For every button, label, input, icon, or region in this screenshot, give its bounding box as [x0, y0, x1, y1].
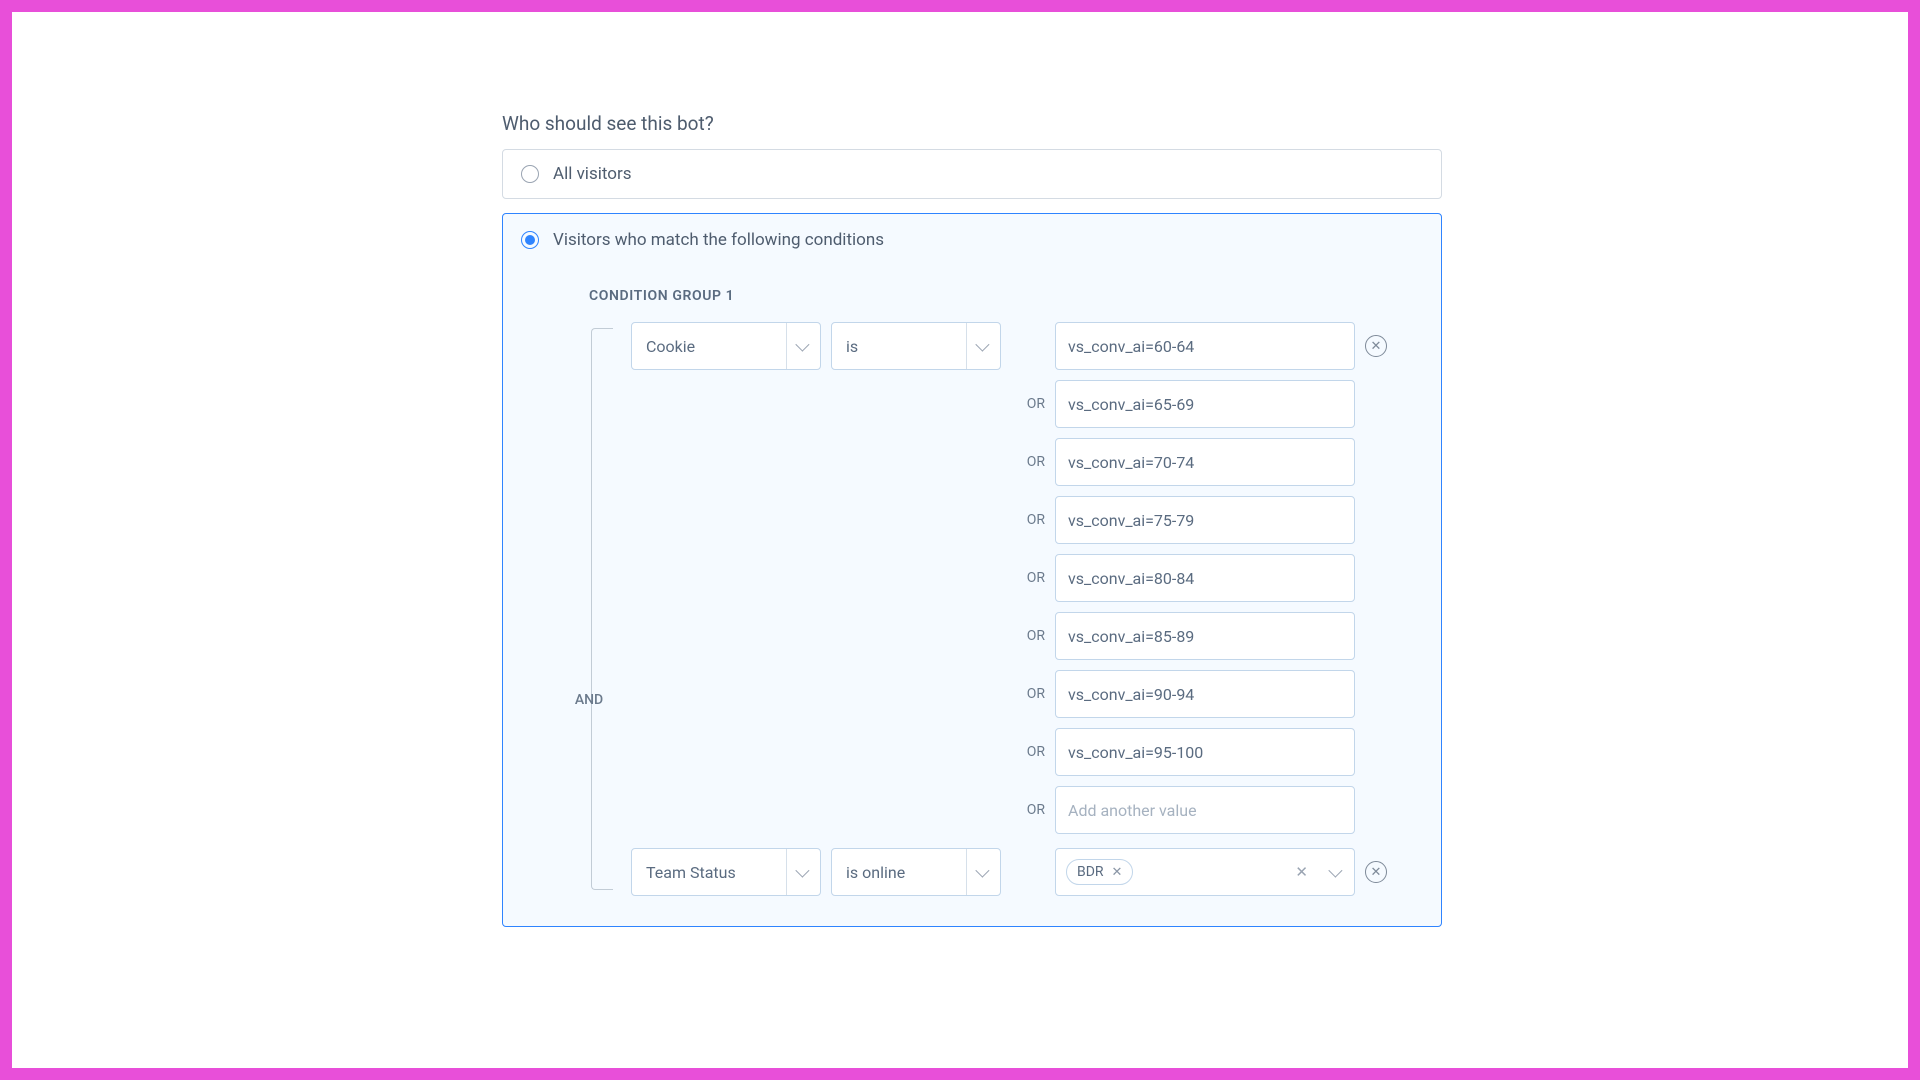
condition-group-title: CONDITION GROUP 1 [589, 288, 1441, 304]
field-select-label: Team Status [646, 863, 736, 882]
operator-select-is-online[interactable]: is online [831, 848, 1001, 896]
radio-unselected-icon [521, 165, 539, 183]
operator-select-label: is online [846, 863, 905, 882]
remove-rule-button[interactable]: ✕ [1365, 861, 1387, 883]
value-row: OR vs_conv_ai=90-94 [1011, 670, 1355, 718]
or-label: OR [1011, 454, 1045, 470]
field-select-cookie[interactable]: Cookie [631, 322, 821, 370]
chip-remove-icon[interactable]: ✕ [1112, 865, 1123, 880]
value-row: OR BDR ✕ ✕ [1011, 848, 1355, 896]
chevron-down-icon[interactable] [1320, 867, 1348, 877]
value-row: OR vs_conv_ai=95-100 [1011, 728, 1355, 776]
value-input[interactable]: vs_conv_ai=70-74 [1055, 438, 1355, 486]
field-select-team-status[interactable]: Team Status [631, 848, 821, 896]
section-title: Who should see this bot? [502, 112, 1442, 135]
close-icon: ✕ [1371, 866, 1382, 879]
operator-select-label: is [846, 337, 858, 356]
value-row: OR vs_conv_ai=70-74 [1011, 438, 1355, 486]
or-label: OR [1011, 802, 1045, 818]
rule-row: Cookie is OR vs_conv_ai=60-64 [631, 322, 1415, 834]
option-match-header[interactable]: Visitors who match the following conditi… [503, 230, 1441, 266]
value-row: OR vs_conv_ai=75-79 [1011, 496, 1355, 544]
chevron-down-icon [966, 323, 994, 369]
field-select-label: Cookie [646, 337, 695, 356]
app-frame: Who should see this bot? All visitors Vi… [0, 0, 1920, 1080]
chip-label: BDR [1077, 864, 1104, 880]
bot-audience-panel: Who should see this bot? All visitors Vi… [502, 112, 1442, 927]
value-row: OR Add another value [1011, 786, 1355, 834]
value-input[interactable]: vs_conv_ai=75-79 [1055, 496, 1355, 544]
value-input[interactable]: vs_conv_ai=85-89 [1055, 612, 1355, 660]
value-row: OR vs_conv_ai=85-89 [1011, 612, 1355, 660]
value-input[interactable]: vs_conv_ai=90-94 [1055, 670, 1355, 718]
close-icon: ✕ [1371, 340, 1382, 353]
value-input[interactable]: vs_conv_ai=95-100 [1055, 728, 1355, 776]
radio-selected-icon [521, 231, 539, 249]
or-label: OR [1011, 512, 1045, 528]
or-label: OR [1011, 744, 1045, 760]
team-tag-input[interactable]: BDR ✕ ✕ [1055, 848, 1355, 896]
or-label: OR [1011, 686, 1045, 702]
value-input[interactable]: vs_conv_ai=65-69 [1055, 380, 1355, 428]
values-column: OR vs_conv_ai=60-64 OR vs_conv_ai=65-69 … [1011, 322, 1355, 834]
or-label: OR [1011, 628, 1045, 644]
or-label: OR [1011, 396, 1045, 412]
chip-bdr: BDR ✕ [1066, 859, 1133, 885]
add-value-input[interactable]: Add another value [1055, 786, 1355, 834]
chevron-down-icon [786, 323, 814, 369]
and-connector: AND [561, 322, 617, 896]
operator-select-is[interactable]: is [831, 322, 1001, 370]
value-row: OR vs_conv_ai=60-64 [1011, 322, 1355, 370]
option-all-visitors[interactable]: All visitors [502, 149, 1442, 199]
option-all-label: All visitors [553, 164, 631, 184]
and-label: AND [575, 692, 603, 708]
value-row: OR vs_conv_ai=80-84 [1011, 554, 1355, 602]
chevron-down-icon [786, 849, 814, 895]
option-match-label: Visitors who match the following conditi… [553, 230, 884, 250]
conditions-area: AND Cookie is [503, 322, 1441, 926]
or-label: OR [1011, 570, 1045, 586]
rules-column: Cookie is OR vs_conv_ai=60-64 [631, 322, 1415, 896]
value-row: OR vs_conv_ai=65-69 [1011, 380, 1355, 428]
option-match-conditions: Visitors who match the following conditi… [502, 213, 1442, 927]
clear-tags-icon[interactable]: ✕ [1289, 863, 1314, 881]
value-input[interactable]: vs_conv_ai=80-84 [1055, 554, 1355, 602]
chevron-down-icon [966, 849, 994, 895]
rule-row: Team Status is online OR [631, 848, 1415, 896]
remove-rule-button[interactable]: ✕ [1365, 335, 1387, 357]
value-input[interactable]: vs_conv_ai=60-64 [1055, 322, 1355, 370]
bracket-icon [591, 328, 613, 890]
